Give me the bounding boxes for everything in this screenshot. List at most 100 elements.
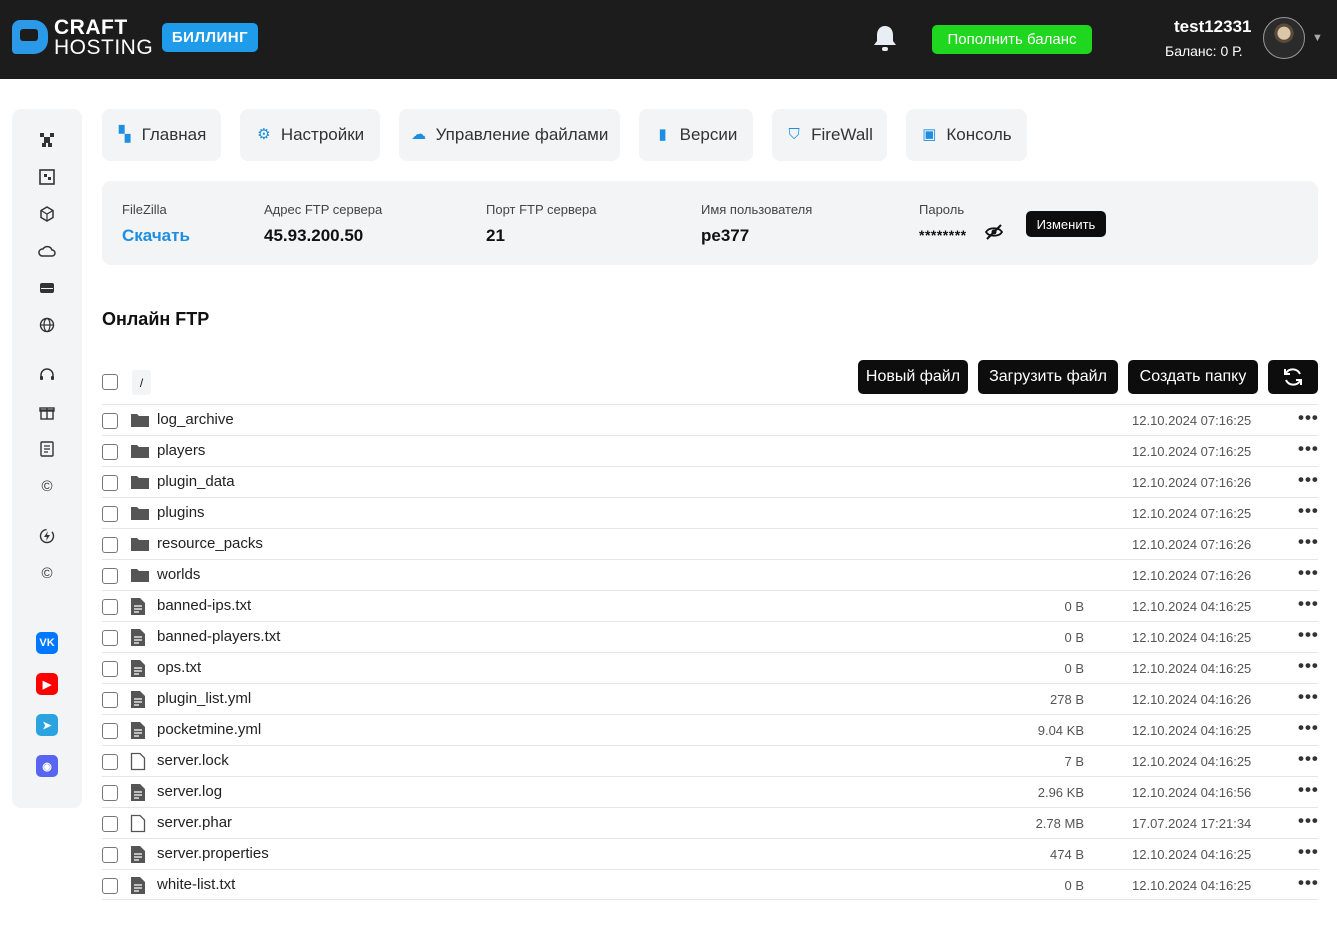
select-all-checkbox[interactable] [102, 374, 118, 390]
row-checkbox[interactable] [102, 723, 118, 739]
row-checkbox[interactable] [102, 816, 118, 832]
more-options-icon[interactable]: ••• [1298, 439, 1319, 459]
breadcrumb[interactable]: / [132, 370, 151, 395]
table-row[interactable]: white-list.txt 0 B 12.10.2024 04:16:25 ••• [102, 869, 1318, 900]
file-name[interactable]: server.properties [157, 845, 269, 862]
more-options-icon[interactable]: ••• [1298, 501, 1319, 521]
table-row[interactable]: worlds 12.10.2024 07:16:26 ••• [102, 559, 1318, 590]
filezilla-download-link[interactable]: Скачать [122, 226, 190, 246]
document-icon[interactable] [38, 440, 56, 458]
table-row[interactable]: ops.txt 0 B 12.10.2024 04:16:25 ••• [102, 652, 1318, 683]
tab-file-management[interactable]: ☁ Управление файлами [399, 109, 620, 161]
file-name[interactable]: log_archive [157, 411, 234, 428]
copyright-icon[interactable]: © [38, 564, 56, 582]
row-checkbox[interactable] [102, 630, 118, 646]
more-options-icon[interactable]: ••• [1298, 563, 1319, 583]
more-options-icon[interactable]: ••• [1298, 780, 1319, 800]
table-row[interactable]: server.log 2.96 KB 12.10.2024 04:16:56 ••• [102, 776, 1318, 807]
row-checkbox[interactable] [102, 847, 118, 863]
table-row[interactable]: resource_packs 12.10.2024 07:16:26 ••• [102, 528, 1318, 559]
tab-home[interactable]: ▚ Главная [102, 109, 221, 161]
row-checkbox[interactable] [102, 661, 118, 677]
tab-firewall[interactable]: ⛉ FireWall [772, 109, 887, 161]
table-row[interactable]: server.properties 474 B 12.10.2024 04:16:2… [102, 838, 1318, 869]
file-name[interactable]: server.lock [157, 752, 229, 769]
more-options-icon[interactable]: ••• [1298, 873, 1319, 893]
row-checkbox[interactable] [102, 413, 118, 429]
file-name[interactable]: server.log [157, 783, 222, 800]
row-checkbox[interactable] [102, 754, 118, 770]
eye-off-icon[interactable] [984, 223, 1004, 241]
file-name[interactable]: banned-players.txt [157, 628, 280, 645]
row-checkbox[interactable] [102, 785, 118, 801]
more-options-icon[interactable]: ••• [1298, 470, 1319, 490]
file-name[interactable]: worlds [157, 566, 200, 583]
tab-console[interactable]: ▣ Консоль [906, 109, 1027, 161]
minecraft-icon[interactable] [38, 131, 56, 149]
refresh-button[interactable] [1268, 360, 1318, 394]
more-options-icon[interactable]: ••• [1298, 749, 1319, 769]
table-row[interactable]: server.phar 2.78 MB 17.07.2024 17:21:34 ••• [102, 807, 1318, 838]
avatar[interactable] [1263, 17, 1305, 59]
headset-icon[interactable] [38, 366, 56, 384]
chevron-down-icon[interactable]: ▼ [1312, 32, 1323, 44]
file-name[interactable]: plugin_data [157, 473, 235, 490]
copyright-icon[interactable]: © [38, 477, 56, 495]
create-folder-button[interactable]: Создать папку [1128, 360, 1258, 394]
row-checkbox[interactable] [102, 506, 118, 522]
row-checkbox[interactable] [102, 692, 118, 708]
upload-file-button[interactable]: Загрузить файл [978, 360, 1118, 394]
table-row[interactable]: banned-players.txt 0 B 12.10.2024 04:16:25… [102, 621, 1318, 652]
change-password-button[interactable]: Изменить [1026, 211, 1106, 237]
billing-button[interactable]: БИЛЛИНГ [162, 23, 258, 52]
more-options-icon[interactable]: ••• [1298, 718, 1319, 738]
table-row[interactable]: server.lock 7 B 12.10.2024 04:16:25 ••• [102, 745, 1318, 776]
table-row[interactable]: plugins 12.10.2024 07:16:25 ••• [102, 497, 1318, 528]
row-checkbox[interactable] [102, 568, 118, 584]
more-options-icon[interactable]: ••• [1298, 687, 1319, 707]
youtube-icon[interactable]: ▶ [36, 673, 58, 695]
file-name[interactable]: banned-ips.txt [157, 597, 251, 614]
vk-icon[interactable]: VK [36, 632, 58, 654]
file-name[interactable]: plugins [157, 504, 205, 521]
gift-icon[interactable] [38, 403, 56, 421]
table-row[interactable]: plugin_data 12.10.2024 07:16:26 ••• [102, 466, 1318, 497]
tab-settings[interactable]: ⚙ Настройки [240, 109, 380, 161]
tab-versions[interactable]: ▮ Версии [639, 109, 753, 161]
bolt-icon[interactable] [38, 527, 56, 545]
file-name[interactable]: white-list.txt [157, 876, 235, 893]
grid-icon[interactable] [38, 168, 56, 186]
telegram-icon[interactable]: ➤ [36, 714, 58, 736]
more-options-icon[interactable]: ••• [1298, 811, 1319, 831]
logo[interactable]: CRAFT HOSTING [12, 16, 153, 60]
file-name[interactable]: resource_packs [157, 535, 263, 552]
table-row[interactable]: players 12.10.2024 07:16:25 ••• [102, 435, 1318, 466]
more-options-icon[interactable]: ••• [1298, 594, 1319, 614]
discord-icon[interactable]: ◉ [36, 755, 58, 777]
cloud-icon[interactable] [38, 242, 56, 260]
more-options-icon[interactable]: ••• [1298, 625, 1319, 645]
topup-balance-button[interactable]: Пополнить баланс [932, 25, 1092, 54]
row-checkbox[interactable] [102, 475, 118, 491]
file-name[interactable]: pocketmine.yml [157, 721, 261, 738]
row-checkbox[interactable] [102, 537, 118, 553]
row-checkbox[interactable] [102, 878, 118, 894]
table-row[interactable]: log_archive 12.10.2024 07:16:25 ••• [102, 404, 1318, 435]
cube-icon[interactable] [38, 205, 56, 223]
table-row[interactable]: banned-ips.txt 0 B 12.10.2024 04:16:25 ••• [102, 590, 1318, 621]
globe-icon[interactable] [38, 316, 56, 334]
row-checkbox[interactable] [102, 599, 118, 615]
more-options-icon[interactable]: ••• [1298, 532, 1319, 552]
file-name[interactable]: ops.txt [157, 659, 201, 676]
new-file-button[interactable]: Новый файл [858, 360, 968, 394]
file-name[interactable]: players [157, 442, 205, 459]
file-name[interactable]: server.phar [157, 814, 232, 831]
more-options-icon[interactable]: ••• [1298, 842, 1319, 862]
row-checkbox[interactable] [102, 444, 118, 460]
server-icon[interactable] [38, 279, 56, 297]
file-name[interactable]: plugin_list.yml [157, 690, 251, 707]
table-row[interactable]: plugin_list.yml 278 B 12.10.2024 04:16:26 •… [102, 683, 1318, 714]
bell-icon[interactable] [871, 24, 899, 54]
table-row[interactable]: pocketmine.yml 9.04 KB 12.10.2024 04:16:25… [102, 714, 1318, 745]
more-options-icon[interactable]: ••• [1298, 408, 1319, 428]
